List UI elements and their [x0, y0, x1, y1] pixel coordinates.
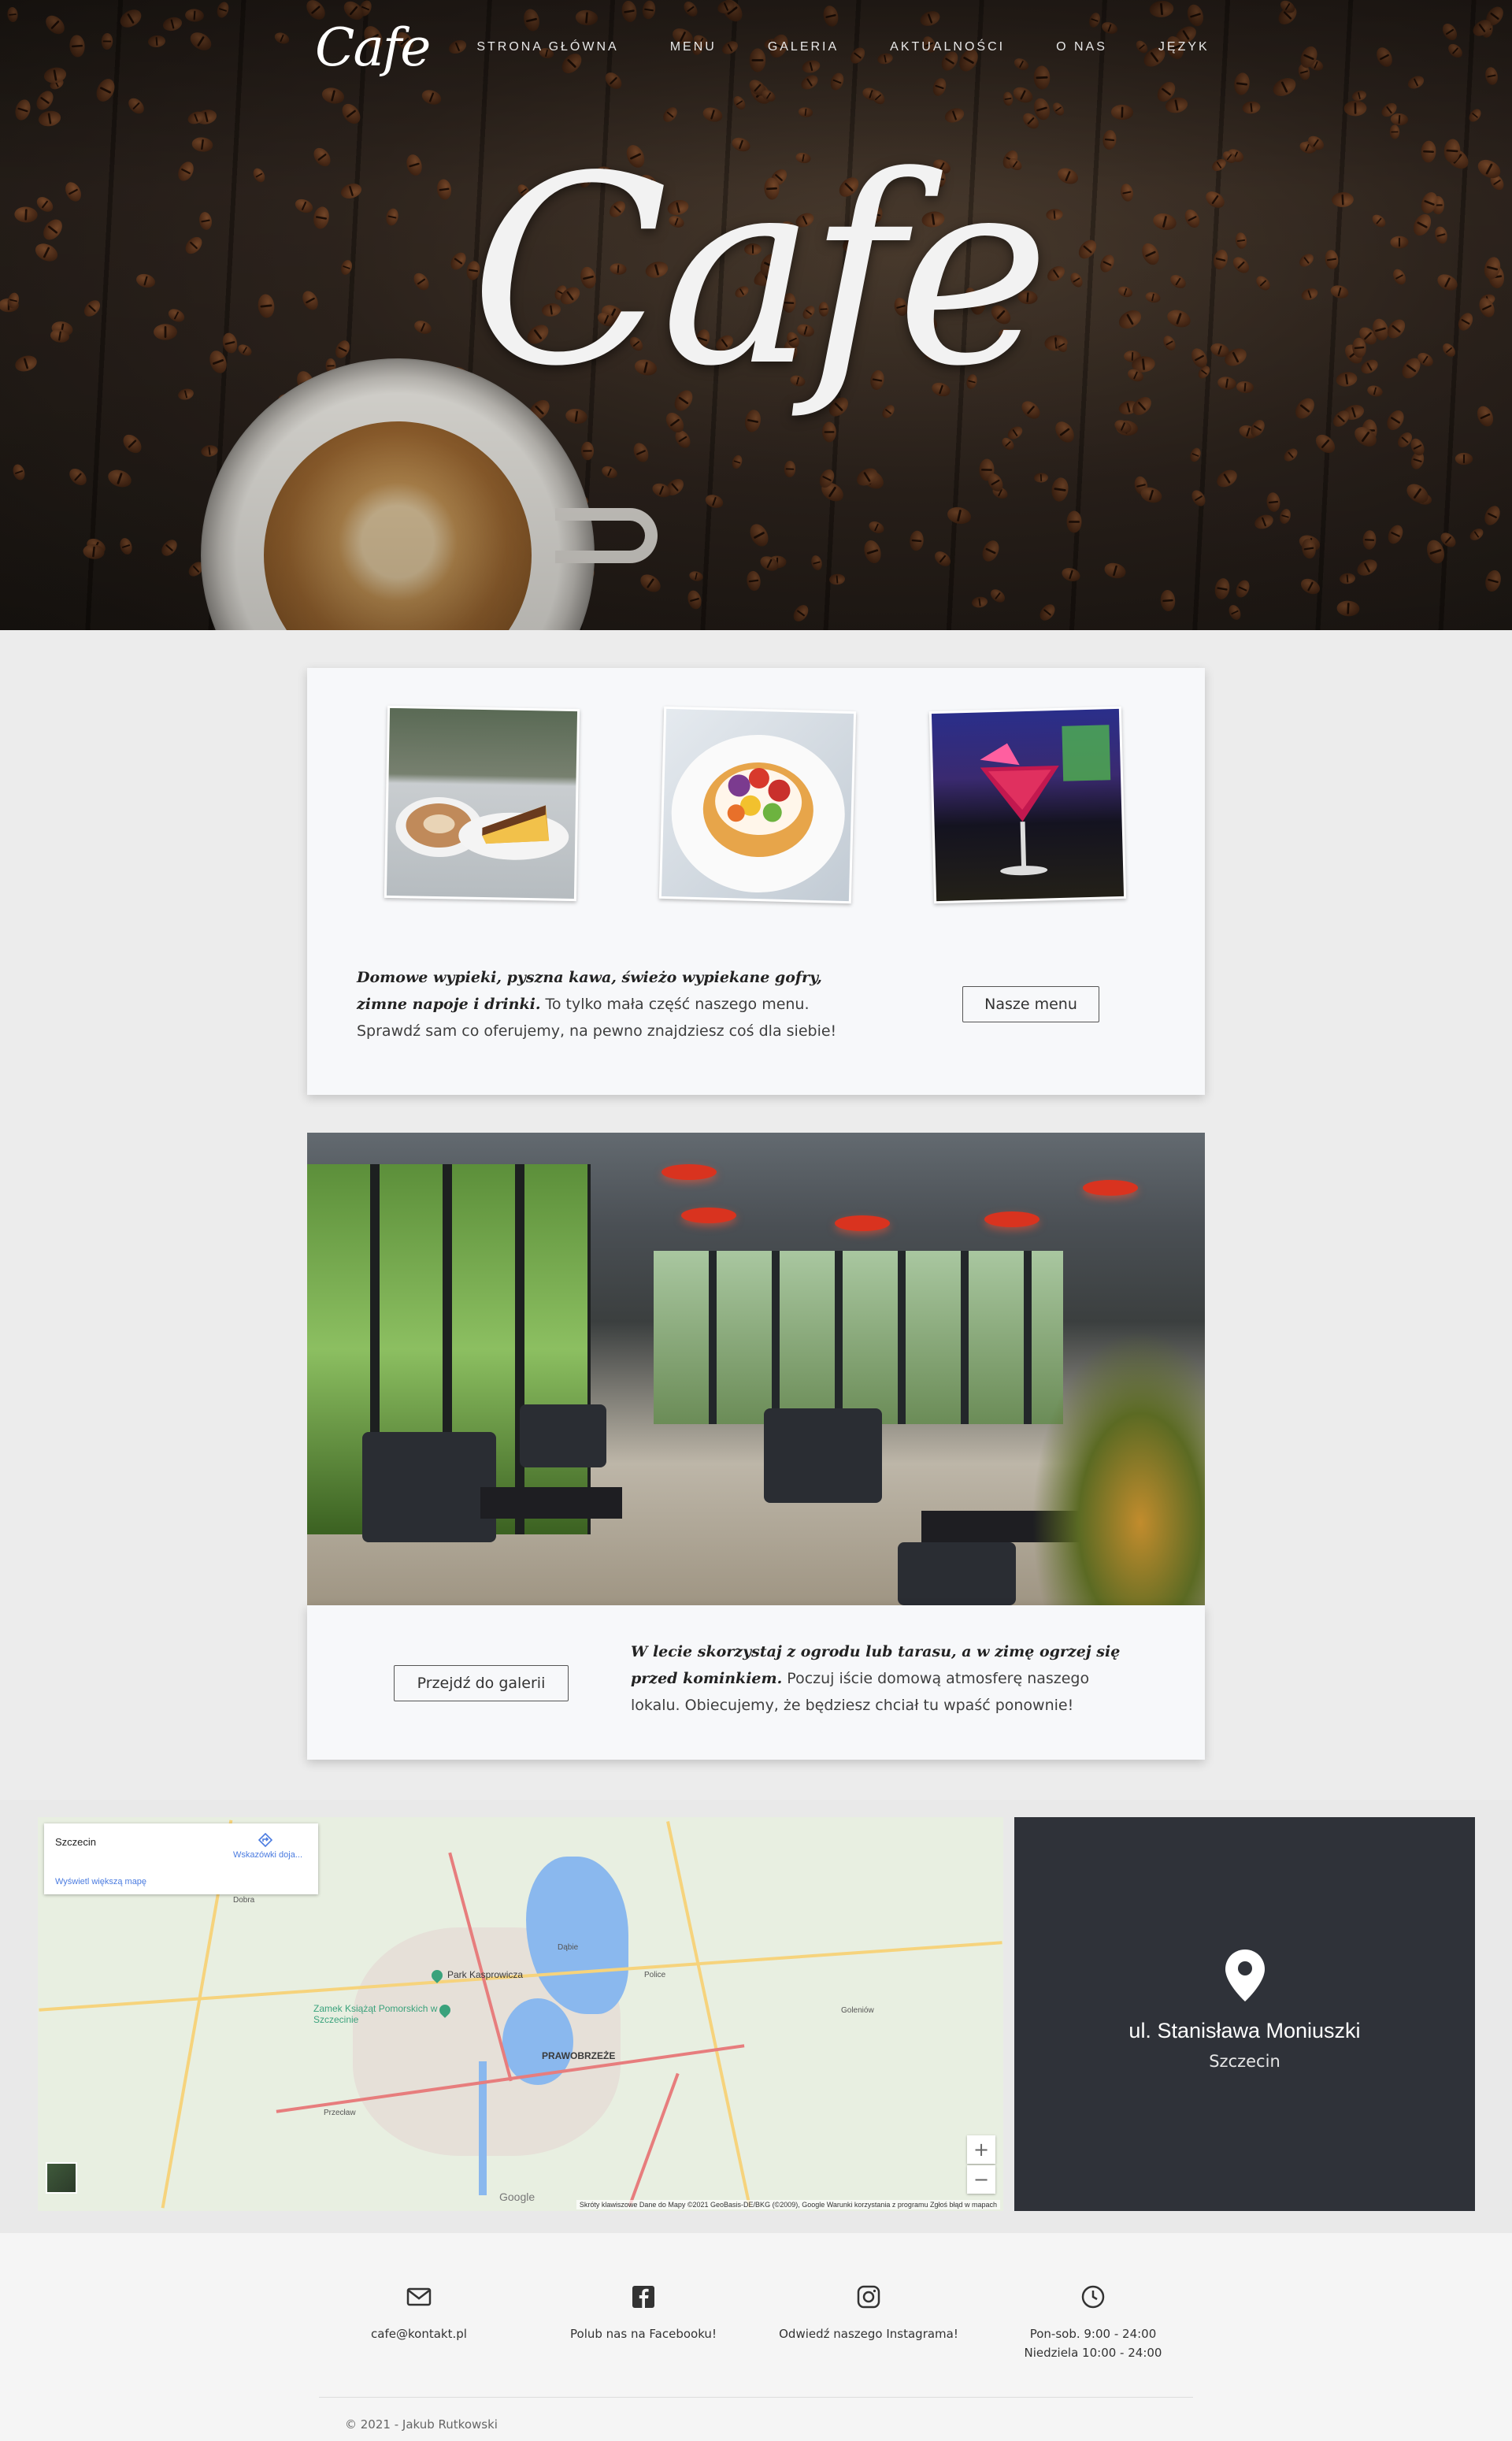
- footer-email-text[interactable]: cafe@kontakt.pl: [309, 2324, 529, 2343]
- plant: [1032, 1330, 1205, 1605]
- instagram-icon[interactable]: [855, 2283, 882, 2310]
- envelope-icon: [406, 2287, 432, 2306]
- chair: [362, 1432, 496, 1542]
- map-label-dobra: Dobra: [233, 1896, 255, 1905]
- map-label-przeclaw: Przecław: [324, 2109, 356, 2117]
- logo[interactable]: Cafe: [315, 17, 431, 78]
- top-navigation: Cafe STRONA GŁÓWNA MENU GALERIA AKTUALNO…: [315, 14, 1261, 80]
- footer-hours: Pon-sob. 9:00 - 24:00 Niedziela 10:00 - …: [983, 2283, 1203, 2362]
- clock-icon: [1081, 2285, 1105, 2309]
- map-info-popup: Szczecin Wskazówki doja... Wyświetl więk…: [44, 1823, 318, 1894]
- footer-divider: [319, 2397, 1193, 2398]
- footer-hours-text: Pon-sob. 9:00 - 24:00 Niedziela 10:00 - …: [983, 2324, 1203, 2362]
- directions-link[interactable]: Wskazówki doja...: [233, 1850, 302, 1860]
- nav-item-home[interactable]: STRONA GŁÓWNA: [476, 40, 618, 54]
- view-larger-map-link[interactable]: Wyświetl większą mapę: [55, 1877, 146, 1886]
- hero-section: Cafe STRONA GŁÓWNA MENU GALERIA AKTUALNO…: [0, 0, 1512, 630]
- footer-facebook: Polub nas na Facebooku!: [533, 2283, 754, 2343]
- interior-window-back: [654, 1251, 1063, 1424]
- nav-item-gallery[interactable]: GALERIA: [768, 40, 839, 54]
- address-card: ul. Stanisława Moniuszki Szczecin: [1014, 1817, 1475, 2211]
- ceiling-lamp: [835, 1215, 890, 1231]
- address-city: Szczecin: [1209, 2052, 1280, 2071]
- footer-instagram: Odwiedź naszego Instagrama!: [758, 2283, 979, 2343]
- footer: cafe@kontakt.pl Polub nas na Facebooku! …: [0, 2233, 1512, 2441]
- location-pin-icon: [1225, 1949, 1265, 2001]
- chair: [898, 1542, 1016, 1605]
- waffle-illustration: [671, 735, 845, 893]
- google-logo: Google: [499, 2191, 536, 2203]
- go-to-gallery-button[interactable]: Przejdź do galerii: [394, 1665, 569, 1701]
- nav-item-menu[interactable]: MENU: [670, 40, 717, 54]
- photo-coffee-cake: [384, 705, 580, 902]
- chair: [520, 1404, 606, 1467]
- copyright: © 2021 - Jakub Rutkowski: [345, 2417, 498, 2432]
- map-label-prawobrzeze: PRAWOBRZEŻE: [542, 2050, 616, 2061]
- footer-instagram-text[interactable]: Odwiedź naszego Instagrama!: [758, 2324, 979, 2343]
- coffee-cake-illustration: [395, 797, 569, 860]
- our-menu-button[interactable]: Nasze menu: [962, 986, 1099, 1022]
- directions-icon[interactable]: [258, 1832, 273, 1848]
- satellite-toggle[interactable]: [46, 2162, 77, 2194]
- footer-email: cafe@kontakt.pl: [309, 2283, 529, 2343]
- hero-title: Cafe: [469, 121, 1051, 423]
- cocktail-illustration: [980, 725, 1111, 876]
- nav-item-news[interactable]: AKTUALNOŚCI: [890, 40, 1005, 54]
- gallery-card: Przejdź do galerii W lecie skorzystaj z …: [307, 1605, 1205, 1760]
- chair: [764, 1408, 882, 1503]
- facebook-icon[interactable]: [630, 2283, 657, 2310]
- footer-facebook-text[interactable]: Polub nas na Facebooku!: [533, 2324, 754, 2343]
- map-label-police: Police: [644, 1971, 666, 1979]
- ceiling-lamp: [1083, 1180, 1138, 1196]
- ceiling-lamp: [662, 1164, 717, 1180]
- address-street: ul. Stanisława Moniuszki: [1128, 2019, 1361, 2042]
- zoom-in-button[interactable]: +: [967, 2135, 995, 2164]
- opening-hours-weekdays: Pon-sob. 9:00 - 24:00: [1029, 2327, 1157, 2341]
- map-label-goleniow: Goleniów: [841, 2006, 874, 2015]
- photo-cocktail: [928, 706, 1127, 904]
- page: Cafe STRONA GŁÓWNA MENU GALERIA AKTUALNO…: [0, 0, 1512, 2441]
- gallery-description: W lecie skorzystaj z ogrodu lub tarasu, …: [631, 1638, 1143, 1719]
- zoom-out-button[interactable]: −: [967, 2165, 995, 2194]
- nav-item-about[interactable]: O NAS: [1056, 40, 1107, 54]
- menu-description: Domowe wypieki, pyszna kawa, świeżo wypi…: [357, 964, 876, 1044]
- opening-hours-sunday: Niedziela 10:00 - 24:00: [1024, 2346, 1162, 2360]
- menu-card: Domowe wypieki, pyszna kawa, świeżo wypi…: [307, 668, 1205, 1095]
- ceiling-lamp: [984, 1211, 1040, 1227]
- map-road: [666, 1821, 751, 2207]
- map-popup-title: Szczecin: [55, 1836, 97, 1848]
- map-label-castle: Zamek Książąt Pomorskich w Szczecinie: [313, 2003, 438, 2025]
- nav-item-language[interactable]: JĘZYK: [1158, 40, 1210, 54]
- map-label-dabie: Dąbie: [558, 1943, 579, 1952]
- gallery-photo-interior: [307, 1133, 1205, 1605]
- map-attribution[interactable]: Skróty klawiszowe Dane do Mapy ©2021 Geo…: [576, 2200, 1000, 2209]
- ceiling-lamp: [681, 1208, 736, 1223]
- map-highway: [628, 2072, 680, 2208]
- table: [480, 1487, 622, 1519]
- google-map[interactable]: Park Kasprowicza Zamek Książąt Pomorskic…: [38, 1817, 1003, 2211]
- map-label-park: Park Kasprowicza: [447, 1969, 524, 1980]
- photo-waffle: [658, 706, 857, 904]
